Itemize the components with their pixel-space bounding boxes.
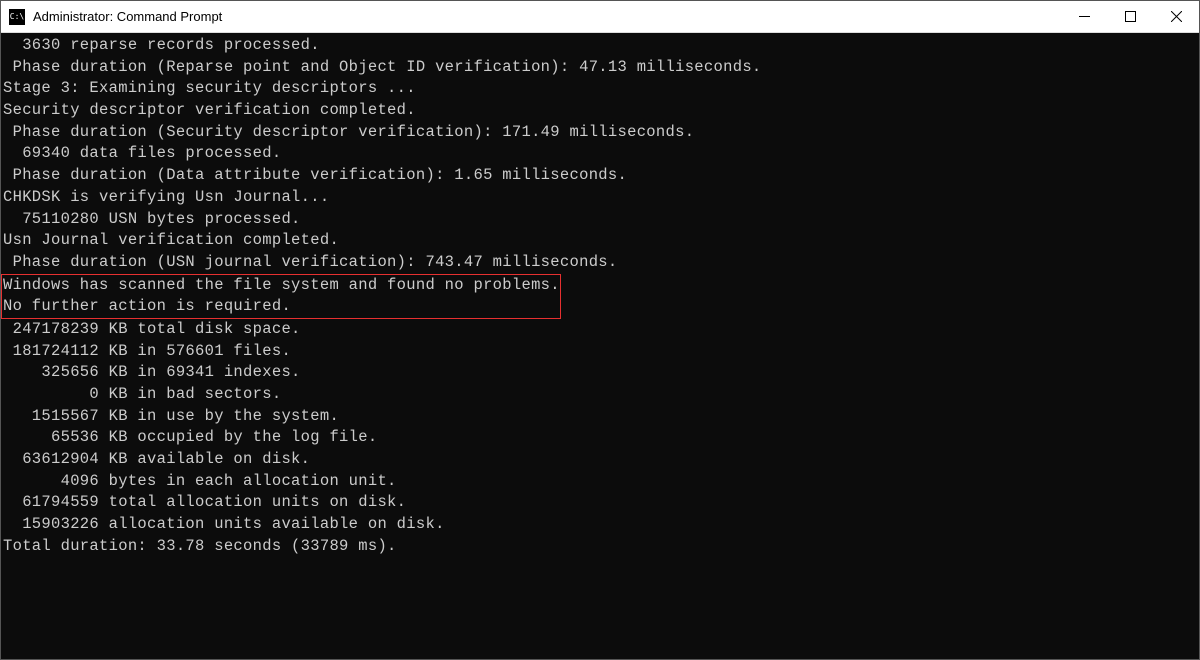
titlebar[interactable]: C:\ Administrator: Command Prompt	[1, 1, 1199, 33]
terminal-line: Total duration: 33.78 seconds (33789 ms)…	[3, 536, 1197, 558]
terminal-line: 65536 KB occupied by the log file.	[3, 427, 1197, 449]
terminal-line: Stage 3: Examining security descriptors …	[3, 78, 1197, 100]
terminal-line: 247178239 KB total disk space.	[3, 319, 1197, 341]
terminal-line: CHKDSK is verifying Usn Journal...	[3, 187, 1197, 209]
cmd-icon: C:\	[9, 9, 25, 25]
terminal-line: Windows has scanned the file system and …	[3, 275, 560, 297]
minimize-icon	[1079, 11, 1090, 22]
terminal-line: 181724112 KB in 576601 files.	[3, 341, 1197, 363]
minimize-button[interactable]	[1061, 1, 1107, 32]
terminal-output[interactable]: 3630 reparse records processed. Phase du…	[1, 33, 1199, 659]
terminal-line: 15903226 allocation units available on d…	[3, 514, 1197, 536]
terminal-line: Usn Journal verification completed.	[3, 230, 1197, 252]
terminal-line: 69340 data files processed.	[3, 143, 1197, 165]
terminal-line: Phase duration (Security descriptor veri…	[3, 122, 1197, 144]
terminal-line: 75110280 USN bytes processed.	[3, 209, 1197, 231]
terminal-line: 1515567 KB in use by the system.	[3, 406, 1197, 428]
command-prompt-window: C:\ Administrator: Command Prompt 3630 r…	[0, 0, 1200, 660]
terminal-line: 3630 reparse records processed.	[3, 35, 1197, 57]
terminal-line: No further action is required.	[3, 296, 560, 318]
terminal-line: Phase duration (Reparse point and Object…	[3, 57, 1197, 79]
terminal-line: Security descriptor verification complet…	[3, 100, 1197, 122]
window-controls	[1061, 1, 1199, 32]
maximize-button[interactable]	[1107, 1, 1153, 32]
close-button[interactable]	[1153, 1, 1199, 32]
terminal-line: 63612904 KB available on disk.	[3, 449, 1197, 471]
terminal-line: 0 KB in bad sectors.	[3, 384, 1197, 406]
terminal-line: 61794559 total allocation units on disk.	[3, 492, 1197, 514]
close-icon	[1171, 11, 1182, 22]
terminal-line: 4096 bytes in each allocation unit.	[3, 471, 1197, 493]
terminal-line: Phase duration (USN journal verification…	[3, 252, 1197, 274]
window-title: Administrator: Command Prompt	[33, 9, 1061, 24]
maximize-icon	[1125, 11, 1136, 22]
highlighted-result: Windows has scanned the file system and …	[1, 274, 561, 319]
terminal-line: 325656 KB in 69341 indexes.	[3, 362, 1197, 384]
terminal-line: Phase duration (Data attribute verificat…	[3, 165, 1197, 187]
